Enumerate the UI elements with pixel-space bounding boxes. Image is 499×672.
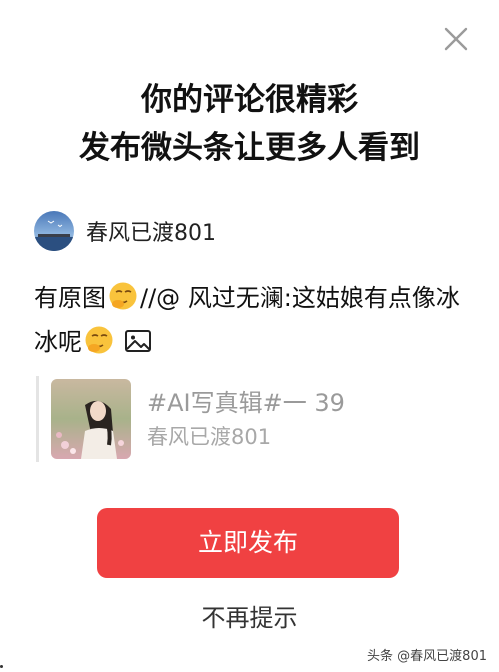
dialog-title-line2: 发布微头条让更多人看到 xyxy=(79,130,420,166)
dialog-title: 你的评论很精彩 发布微头条让更多人看到 xyxy=(0,76,499,172)
publish-dialog: 你的评论很精彩 发布微头条让更多人看到 春风已渡801 有原图 //@ 风过无澜… xyxy=(0,0,499,672)
edge-dot xyxy=(0,665,3,668)
comment-part1: 有原图 xyxy=(34,284,106,312)
watermark: 头条 @春风已渡801 xyxy=(367,649,487,664)
author-row: 春风已渡801 xyxy=(34,210,216,252)
avatar xyxy=(34,211,74,251)
smirk-emoji-icon xyxy=(84,325,114,355)
author-name: 春风已渡801 xyxy=(86,221,216,246)
comment-text: 有原图 //@ 风过无澜:这姑娘有点像冰冰呢 xyxy=(34,276,464,364)
quoted-post-author: 春风已渡801 xyxy=(147,425,272,449)
quoted-post-title: #AI写真辑#一 39 xyxy=(147,389,345,417)
dialog-title-line1: 你的评论很精彩 xyxy=(141,82,358,118)
image-icon[interactable] xyxy=(124,323,152,352)
publish-button[interactable]: 立即发布 xyxy=(97,508,399,578)
close-icon[interactable] xyxy=(441,24,471,54)
dont-show-again-button[interactable]: 不再提示 xyxy=(0,598,499,638)
smirk-emoji-icon xyxy=(108,281,138,311)
post-thumbnail xyxy=(51,379,131,459)
comment-part2: //@ xyxy=(140,284,181,312)
quoted-post[interactable]: #AI写真辑#一 39 春风已渡801 xyxy=(36,376,469,462)
